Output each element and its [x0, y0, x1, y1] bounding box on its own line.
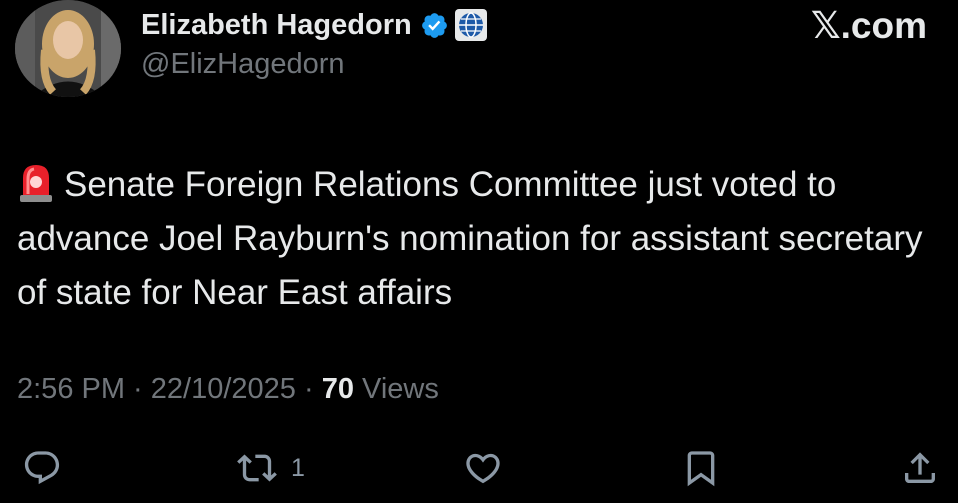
- share-button[interactable]: [900, 448, 940, 488]
- author-handle[interactable]: @ElizHagedorn: [141, 48, 345, 81]
- bookmark-button[interactable]: [681, 448, 721, 488]
- post-body: Senate Foreign Relations Committee just …: [17, 158, 937, 320]
- action-bar: 1: [0, 448, 958, 488]
- site-logo: 𝕏.com: [810, 4, 927, 46]
- globe-affiliation-icon[interactable]: [454, 8, 488, 42]
- reply-button[interactable]: [22, 448, 62, 488]
- reply-icon: [22, 448, 62, 488]
- avatar[interactable]: [15, 0, 121, 97]
- share-icon: [900, 448, 940, 488]
- heart-icon: [463, 448, 503, 488]
- post-time[interactable]: 2:56 PM: [17, 373, 125, 405]
- repost-button[interactable]: 1: [237, 448, 305, 488]
- repost-icon: [237, 448, 277, 488]
- like-button[interactable]: [463, 448, 503, 488]
- bookmark-icon: [681, 448, 721, 488]
- meta-separator: ·: [295, 373, 322, 405]
- verified-badge-icon: [420, 11, 449, 40]
- views-count: 70: [321, 373, 354, 405]
- post-date[interactable]: 22/10/2025: [151, 373, 296, 405]
- meta-separator: ·: [125, 373, 151, 405]
- author-display-name[interactable]: Elizabeth Hagedorn: [141, 9, 412, 42]
- repost-count: 1: [291, 453, 305, 482]
- post-meta: 2:56 PM · 22/10/2025 · 70 Views: [17, 373, 439, 406]
- siren-icon: [17, 161, 55, 203]
- views-label: Views: [362, 373, 439, 405]
- author-name-row: Elizabeth Hagedorn: [141, 2, 488, 48]
- post-text: Senate Foreign Relations Committee just …: [17, 165, 923, 312]
